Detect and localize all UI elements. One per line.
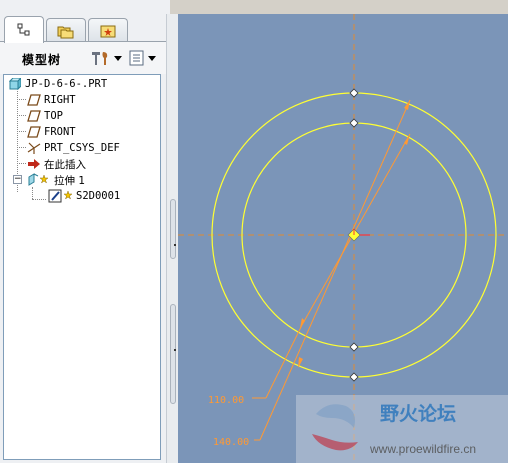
dimension-arrow	[300, 318, 305, 328]
datum-plane-icon	[26, 109, 42, 123]
graphics-window[interactable]: 110.00 140.00 野火论坛 www.proewildfire.cn	[178, 14, 508, 463]
show-dropdown[interactable]	[128, 48, 156, 68]
tree-item-top[interactable]: TOP	[26, 108, 63, 124]
sketch-canvas: 110.00 140.00 野火论坛 www.proewildfire.cn	[178, 14, 508, 463]
sketch-icon	[48, 189, 74, 203]
tools-icon	[92, 52, 108, 65]
watermark: 野火论坛 www.proewildfire.cn	[296, 395, 508, 463]
tab-favorites[interactable]	[88, 18, 128, 42]
tree-connector	[32, 187, 33, 199]
model-tree-icon	[17, 23, 30, 36]
splitter-grip	[174, 244, 176, 246]
vertex-marker	[349, 118, 359, 128]
tree-connector	[17, 115, 26, 116]
model-tree: − JP-D-6-6-.PRT RIGHT TOP FRONT PRT_CSYS…	[3, 74, 161, 460]
tree-connector	[17, 131, 26, 132]
panel-splitter[interactable]	[166, 14, 178, 463]
tree-item-label: TOP	[44, 110, 63, 122]
tree-item-label: FRONT	[44, 126, 76, 138]
csys-icon	[26, 141, 42, 155]
collapse-toggle[interactable]: −	[13, 175, 22, 184]
origin-mark	[347, 228, 370, 242]
navigator-panel: 模型树 − JP-D-6-6-.PRT RIGHT TOP FRONT PRT_…	[0, 0, 170, 463]
tree-connector	[17, 99, 26, 100]
tree-item-label: S2D0001	[76, 190, 121, 202]
tree-item-label: PRT_CSYS_DEF	[44, 142, 120, 154]
vertex-marker	[349, 372, 359, 382]
tree-item-sketch[interactable]: S2D0001	[48, 188, 120, 204]
tree-connector	[17, 163, 26, 164]
chevron-down-icon	[114, 55, 122, 61]
model-tree-toolbar: 模型树	[0, 42, 170, 74]
chevron-down-icon	[148, 55, 156, 61]
tree-item-label: RIGHT	[44, 94, 76, 106]
list-icon	[129, 50, 144, 66]
extrude-icon	[26, 173, 52, 187]
dimension-line-inner	[301, 133, 411, 326]
tree-item-insert-here[interactable]: 在此插入	[26, 156, 86, 172]
vertex-marker	[349, 342, 359, 352]
dimension-line-outer	[259, 99, 411, 441]
tree-item-csys[interactable]: PRT_CSYS_DEF	[26, 140, 120, 156]
folders-icon	[57, 26, 74, 38]
part-icon	[7, 77, 23, 91]
tree-item-label: 拉伸 1	[54, 174, 86, 187]
insert-arrow-icon	[26, 157, 42, 171]
tab-model-tree[interactable]	[4, 16, 44, 43]
vertex-marker	[349, 88, 359, 98]
dimension-text-inner[interactable]: 110.00	[208, 395, 244, 406]
dimension-arrow	[404, 100, 410, 110]
settings-dropdown[interactable]	[90, 48, 122, 68]
watermark-url: www.proewildfire.cn	[369, 442, 476, 456]
tree-item-extrude[interactable]: 拉伸 1	[26, 172, 85, 188]
dimension-text-outer[interactable]: 140.00	[213, 437, 249, 448]
tree-item-label: JP-D-6-6-.PRT	[25, 78, 108, 90]
navigator-tabs	[0, 14, 170, 43]
splitter-handle-lower[interactable]	[170, 304, 176, 404]
tree-item-label: 在此插入	[44, 158, 86, 171]
tree-connector	[17, 147, 26, 148]
panel-title: 模型树	[22, 53, 62, 67]
tab-folder-browser[interactable]	[46, 18, 86, 42]
tree-item-front[interactable]: FRONT	[26, 124, 76, 140]
favorites-icon	[100, 25, 116, 37]
splitter-grip	[174, 349, 176, 351]
splitter-handle-upper[interactable]	[170, 199, 176, 259]
tree-item-part[interactable]: JP-D-6-6-.PRT	[7, 76, 107, 92]
tree-item-right[interactable]: RIGHT	[26, 92, 76, 108]
dimension-leader-inner	[265, 324, 303, 399]
datum-plane-icon	[26, 125, 42, 139]
tree-connector	[32, 199, 46, 200]
watermark-title: 野火论坛	[380, 402, 456, 425]
datum-plane-icon	[26, 93, 42, 107]
